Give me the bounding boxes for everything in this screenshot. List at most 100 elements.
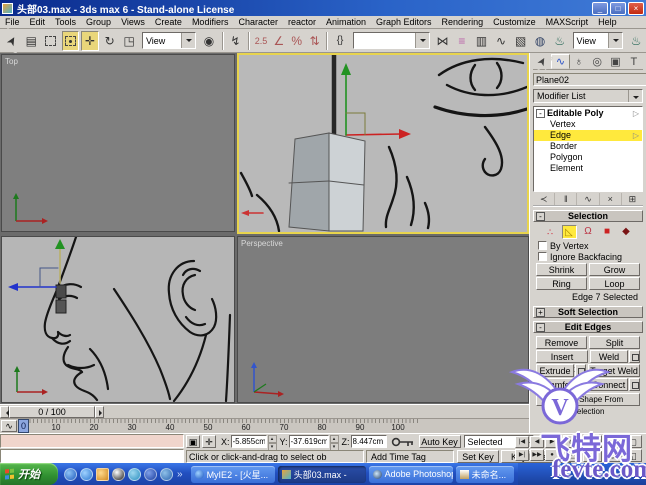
chamfer-settings-button[interactable] [576,378,587,391]
y-coordinate-field[interactable] [289,435,329,448]
layer-manager-icon[interactable]: ▥ [473,31,491,51]
weld-button[interactable]: Weld [590,350,628,363]
rect-selection-region-icon[interactable] [42,31,60,51]
insert-vertex-button[interactable]: Insert Vertex [536,350,588,363]
use-center-icon[interactable]: ◉ [200,31,218,51]
zoom-extents-icon[interactable]: ⊡ [603,435,622,448]
menu-help[interactable]: Help [593,17,622,27]
menu-file[interactable]: File [0,17,25,27]
vertex-subobject-icon[interactable]: ∴ [543,225,558,239]
track-bar-ruler[interactable]: 0 10 20 30 40 50 60 70 80 90 100 [18,419,418,434]
remove-modifier-icon[interactable]: × [600,193,622,205]
zoom-extents-all-icon[interactable]: ▢ [623,435,642,448]
connect-button[interactable]: Connect [589,378,628,391]
configure-stack-icon[interactable]: ⊞ [622,193,643,205]
menu-group[interactable]: Group [81,17,116,27]
next-frame-arrow[interactable] [95,406,104,418]
quick-launch-icon[interactable] [144,468,157,481]
curve-editor-icon[interactable]: ∿ [492,31,510,51]
loop-button[interactable]: Loop [589,277,640,290]
quick-launch-icon[interactable] [64,468,77,481]
x-spinner[interactable]: ▴▾ [268,435,277,448]
quick-launch-icon[interactable] [160,468,173,481]
viewport-left[interactable] [1,236,235,403]
tab-modify-icon[interactable]: ∿ [551,54,569,69]
zoom-icon[interactable]: ⊕ [563,435,582,448]
viewport-perspective[interactable]: Perspective [237,236,529,403]
viewport-front-active[interactable] [237,53,529,234]
region-zoom-icon[interactable]: ▭ [563,449,582,462]
tab-display-icon[interactable]: ▣ [606,54,624,69]
align-icon[interactable]: ≡ [453,31,471,51]
taskbar-button-photoshop[interactable]: Adobe Photoshop [369,466,453,483]
named-selection-dropdown[interactable] [353,32,430,49]
by-vertex-checkbox[interactable] [538,241,547,250]
rollout-selection-header[interactable]: - Selection [533,210,643,222]
window-crossing-icon[interactable] [62,31,80,51]
z-coordinate-field[interactable] [351,435,387,448]
menu-views[interactable]: Views [116,17,150,27]
zoom-all-icon[interactable]: ⊞ [583,435,602,448]
material-editor-icon[interactable]: ◍ [531,31,549,51]
stack-row-polygon[interactable]: Polygon [534,152,642,163]
minimize-button[interactable]: _ [592,2,608,15]
grow-button[interactable]: Grow [589,263,640,276]
select-object-icon[interactable]: ➤ [0,28,25,53]
taskbar-button-untitled[interactable]: 未命名... [456,466,514,483]
go-to-end-button[interactable]: ▶▶ [530,449,544,461]
menu-animation[interactable]: Animation [321,17,371,27]
stack-row-vertex[interactable]: Vertex [534,119,642,130]
chevron-down-icon[interactable] [608,33,622,48]
ring-button[interactable]: Ring [536,277,587,290]
stack-row-editable-poly[interactable]: - Editable Poly ▷ [534,108,642,119]
select-move-icon[interactable]: ✛ [81,31,99,51]
x-coordinate-field[interactable] [231,435,267,448]
viewport-perspective-label[interactable]: Perspective [241,239,283,248]
menu-character[interactable]: Character [233,17,283,27]
tab-utilities-icon[interactable]: T [625,54,643,69]
qq-icon[interactable] [112,468,125,481]
menu-customize[interactable]: Customize [488,17,541,27]
arc-rotate-icon[interactable]: ↻ [603,449,622,462]
spinner-snap-icon[interactable]: ⇅ [307,31,323,51]
rollout-soft-selection-header[interactable]: + Soft Selection [533,306,643,318]
maxscript-macro-recorder-line[interactable] [0,434,184,448]
render-type-dropdown[interactable]: View [573,32,624,49]
taskbar-button-myie2[interactable]: MyIE2 - [火星... [191,466,275,483]
stack-row-edge[interactable]: Edge ▷ [534,130,642,141]
next-frame-button[interactable]: ▶| [515,449,529,461]
object-name-field[interactable] [533,73,646,86]
stack-row-border[interactable]: Border [534,141,642,152]
viewport-top[interactable]: Top [1,54,235,232]
maximize-button[interactable]: □ [610,2,626,15]
reference-coordinate-dropdown[interactable]: View [142,32,196,49]
stack-row-element[interactable]: Element [534,163,642,174]
angle-snap-icon[interactable]: ∠ [271,31,287,51]
chevron-down-icon[interactable] [628,90,642,102]
menu-reactor[interactable]: reactor [283,17,321,27]
quick-launch-overflow-icon[interactable]: » [177,469,183,480]
menu-graph-editors[interactable]: Graph Editors [371,17,437,27]
pin-stack-icon[interactable]: ≺ [533,193,555,205]
previous-frame-button[interactable]: ◀ [530,436,544,448]
set-key-mode-icon[interactable] [390,435,416,448]
polygon-subobject-icon[interactable]: ■ [600,225,615,239]
target-weld-button[interactable]: Target Weld [588,364,640,377]
quick-launch-icon[interactable] [96,468,109,481]
select-by-name-icon[interactable]: ▤ [23,31,41,51]
element-subobject-icon[interactable]: ◆ [619,225,634,239]
y-spinner[interactable]: ▴▾ [330,435,339,448]
tab-hierarchy-icon[interactable]: ♁ [570,54,588,69]
percent-snap-icon[interactable]: % [289,31,305,51]
chamfer-button[interactable]: Chamfer [536,378,575,391]
render-scene-icon[interactable]: ♨ [551,31,569,51]
auto-key-button[interactable]: Auto Key [419,435,461,448]
quick-render-icon[interactable]: ♨ [627,31,645,51]
tab-create-icon[interactable]: ➤ [531,53,553,73]
start-button[interactable]: 开始 [0,463,58,485]
snap-toggle-icon[interactable]: 2.5 [253,31,269,51]
rollout-edit-edges-header[interactable]: - Edit Edges [533,321,643,333]
collapse-icon[interactable]: - [536,323,545,332]
weld-settings-button[interactable] [629,350,640,363]
shrink-button[interactable]: Shrink [536,263,587,276]
